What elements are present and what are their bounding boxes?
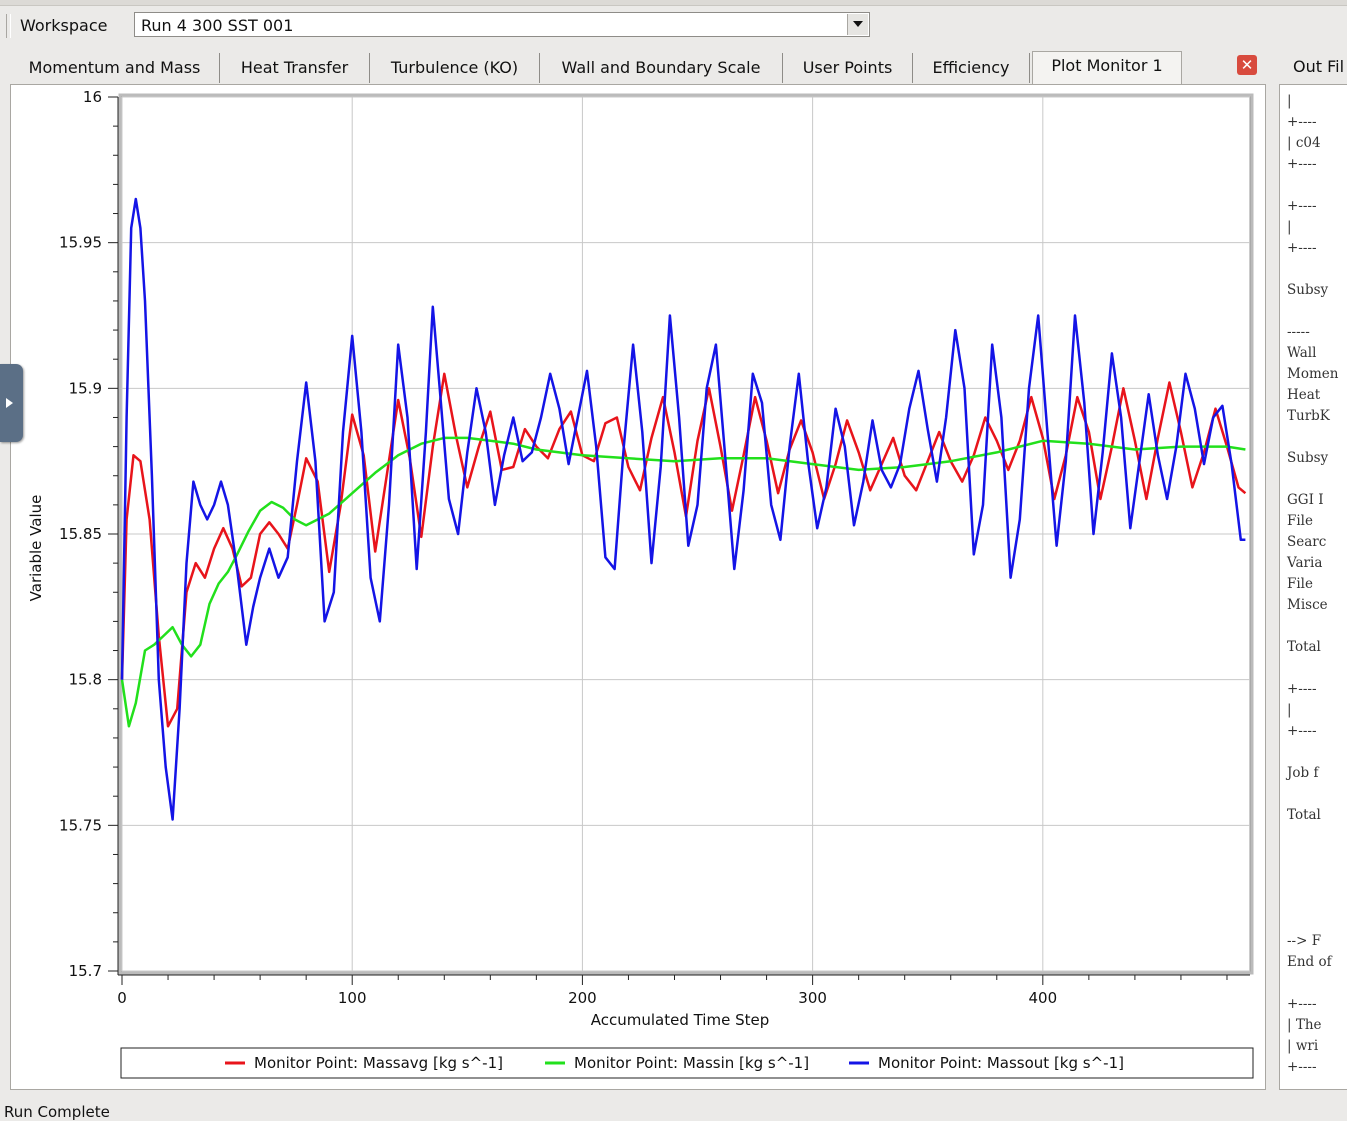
- workspace-label: Workspace: [20, 16, 108, 35]
- y-tick-label: 15.95: [59, 234, 102, 252]
- tab-turbulence[interactable]: Turbulence (KO): [370, 53, 540, 83]
- x-tick-label: 400: [1028, 989, 1057, 1007]
- status-bar: Run Complete: [0, 1098, 1347, 1121]
- x-tick-label: 300: [798, 989, 827, 1007]
- tab-efficiency[interactable]: Efficiency: [913, 53, 1030, 83]
- workspace-bar: Workspace Run 4 300 SST 001: [0, 6, 1347, 44]
- output-file-panel: | +---- | c04 +---- +---- | +---- Subsy …: [1279, 84, 1347, 1090]
- y-axis-label: Variable Value: [27, 495, 45, 602]
- x-tick-label: 0: [117, 989, 127, 1007]
- side-panel-handle[interactable]: [0, 364, 23, 442]
- legend-item: Monitor Point: Massout [kg s^-1]: [878, 1054, 1124, 1072]
- tab-out-file[interactable]: Out Fil: [1276, 52, 1347, 82]
- workspace-select[interactable]: Run 4 300 SST 001: [134, 12, 870, 37]
- workspace-select-value: Run 4 300 SST 001: [141, 16, 294, 35]
- tab-bar: Momentum and Mass Heat Transfer Turbulen…: [10, 51, 1266, 84]
- y-tick-label: 15.8: [69, 671, 102, 689]
- plot-panel: 0 100 200 300 400 15.7 15.75 15.8 15.85 15.9 15.95…: [10, 84, 1266, 1090]
- toolbar-grip[interactable]: [6, 14, 11, 38]
- legend-item: Monitor Point: Massin [kg s^-1]: [574, 1054, 809, 1072]
- y-tick-label: 15.75: [59, 816, 102, 834]
- legend-item: Monitor Point: Massavg [kg s^-1]: [254, 1054, 503, 1072]
- output-file-text: | +---- | c04 +---- +---- | +---- Subsy …: [1287, 93, 1339, 1075]
- tab-momentum-and-mass[interactable]: Momentum and Mass: [10, 53, 220, 83]
- y-tick-label: 15.9: [69, 379, 102, 397]
- close-icon[interactable]: ✕: [1237, 55, 1257, 75]
- chevron-down-icon[interactable]: [847, 14, 868, 35]
- status-text: Run Complete: [4, 1103, 110, 1121]
- tab-plot-monitor-1[interactable]: Plot Monitor 1: [1032, 51, 1182, 84]
- x-tick-label: 100: [338, 989, 367, 1007]
- expand-arrow-icon: [6, 398, 13, 408]
- monitor-chart: 0 100 200 300 400 15.7 15.75 15.8 15.85 15.9 15.95…: [27, 88, 1254, 1079]
- y-tick-label: 16: [83, 88, 102, 106]
- tab-user-points[interactable]: User Points: [783, 53, 913, 83]
- y-tick-label: 15.85: [59, 525, 102, 543]
- tab-heat-transfer[interactable]: Heat Transfer: [220, 53, 370, 83]
- x-tick-label: 200: [568, 989, 597, 1007]
- x-axis-label: Accumulated Time Step: [591, 1011, 770, 1029]
- tab-wall-and-boundary-scale[interactable]: Wall and Boundary Scale: [540, 53, 783, 83]
- y-tick-label: 15.7: [69, 962, 102, 980]
